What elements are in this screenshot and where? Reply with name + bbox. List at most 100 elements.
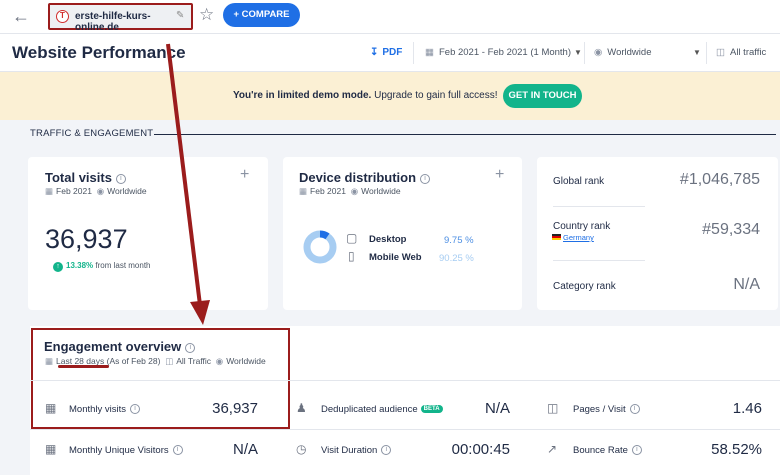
star-icon[interactable]: ☆ bbox=[199, 5, 214, 25]
dedup-audience-value: N/A bbox=[484, 400, 510, 417]
site-name: erste-hilfe-kurs-online.de bbox=[75, 11, 151, 33]
page-title: Website Performance bbox=[12, 43, 186, 62]
country-rank-label: Country rank bbox=[553, 221, 611, 232]
divider bbox=[553, 260, 645, 261]
info-icon[interactable]: i bbox=[420, 173, 431, 184]
visit-duration-value: 00:00:45 bbox=[451, 441, 510, 458]
mobile-label: Mobile Web bbox=[369, 252, 422, 263]
visit-duration-metric: Visit Duration i bbox=[321, 445, 392, 456]
device-region: Worldwide bbox=[361, 186, 401, 196]
mobile-percent: 90.25 % bbox=[439, 253, 474, 264]
change-percent: 13.38% bbox=[66, 261, 94, 270]
traffic-select[interactable]: ◫ All traffic bbox=[716, 47, 766, 58]
pages-per-visit-label: Pages / Visit bbox=[573, 404, 626, 415]
arrow-up-icon: ↑ bbox=[53, 262, 63, 272]
monthly-visits-label: Monthly visits bbox=[69, 404, 127, 415]
pdf-label: PDF bbox=[382, 47, 403, 58]
traffic-icon: ◫ bbox=[716, 47, 725, 58]
download-icon: ↧ bbox=[370, 47, 379, 58]
desktop-label: Desktop bbox=[369, 234, 407, 245]
pdf-button[interactable]: ↧ PDF bbox=[370, 47, 402, 58]
date-range-picker[interactable]: ▦ Feb 2021 - Feb 2021 (1 Month) ▼ bbox=[425, 47, 582, 58]
banner-text: You're in limited demo mode. Upgrade to … bbox=[233, 90, 498, 101]
info-icon[interactable]: i bbox=[172, 445, 183, 456]
country-link[interactable]: Germany bbox=[563, 233, 594, 242]
add-plus-icon[interactable]: + bbox=[240, 166, 249, 184]
desktop-icon: ▢ bbox=[346, 231, 358, 245]
bounce-rate-label: Bounce Rate bbox=[573, 445, 628, 456]
divider bbox=[30, 429, 780, 430]
donut-mobile-segment bbox=[303, 230, 337, 264]
add-plus-icon[interactable]: + bbox=[495, 166, 504, 184]
monthly-unique-visitors-value: N/A bbox=[232, 441, 258, 458]
device-period: Feb 2021 bbox=[310, 186, 346, 196]
total-visits-region: Worldwide bbox=[107, 186, 147, 196]
top-bar: ← T erste-hilfe-kurs-online.de ✎ ☆ + COM… bbox=[0, 0, 780, 34]
monthly-unique-visitors-metric: Monthly Unique Visitors i bbox=[69, 445, 183, 456]
audience-icon: ♟ bbox=[296, 401, 307, 415]
bounce-icon: ↗ bbox=[547, 442, 558, 456]
site-chip[interactable]: T erste-hilfe-kurs-online.de ✎ bbox=[48, 3, 193, 33]
traffic-label: All traffic bbox=[729, 47, 767, 58]
mobile-icon: ▯ bbox=[348, 249, 355, 263]
divider bbox=[413, 42, 414, 64]
pages-icon: ◫ bbox=[547, 401, 559, 415]
total-visits-title: Total visits i bbox=[45, 170, 126, 185]
total-visits-title-text: Total visits bbox=[45, 170, 112, 185]
total-visits-meta: ▦ Feb 2021 ◉ Worldwide bbox=[45, 186, 147, 197]
info-icon[interactable]: i bbox=[629, 404, 640, 415]
device-title-text: Device distribution bbox=[299, 170, 417, 185]
banner-bold-text: You're in limited demo mode. bbox=[233, 90, 372, 101]
total-visits-change: ↑ 13.38% from last month bbox=[53, 261, 151, 272]
monthly-unique-visitors-label: Monthly Unique Visitors bbox=[69, 445, 169, 456]
edit-pencil-icon[interactable]: ✎ bbox=[176, 10, 184, 21]
date-range-label: Feb 2021 - Feb 2021 (1 Month) bbox=[438, 47, 572, 58]
pages-per-visit-value: 1.46 bbox=[732, 400, 762, 417]
divider bbox=[706, 42, 707, 64]
globe-icon: ◉ bbox=[96, 186, 105, 196]
dedup-audience-metric: Deduplicated audience BETA bbox=[321, 404, 443, 415]
page-header: Website Performance ↧ PDF ▦ Feb 2021 - Feb… bbox=[0, 34, 780, 72]
region-label: Worldwide bbox=[607, 47, 652, 58]
region-chevron-down-icon[interactable]: ▼ bbox=[690, 47, 701, 58]
divider bbox=[553, 206, 645, 207]
info-icon[interactable]: i bbox=[130, 404, 141, 415]
calendar-icon: ▦ bbox=[45, 401, 57, 415]
monthly-visits-value: 36,937 bbox=[212, 400, 258, 417]
get-in-touch-button[interactable]: GET IN TOUCH bbox=[503, 84, 582, 108]
compare-button[interactable]: + COMPARE bbox=[223, 3, 300, 27]
calendar-icon: ▦ bbox=[45, 186, 54, 196]
globe-icon: ◉ bbox=[350, 186, 359, 196]
calendar-icon: ▦ bbox=[299, 186, 308, 196]
info-icon[interactable]: i bbox=[631, 445, 642, 456]
site-favicon-icon: T bbox=[56, 10, 69, 23]
germany-flag-icon bbox=[552, 234, 561, 240]
banner-rest-text: Upgrade to gain full access! bbox=[371, 90, 498, 101]
info-icon[interactable]: i bbox=[381, 445, 392, 456]
global-rank-label: Global rank bbox=[553, 176, 605, 187]
dedup-audience-label: Deduplicated audience bbox=[321, 404, 418, 415]
back-arrow-icon[interactable]: ← bbox=[12, 6, 32, 26]
total-visits-value: 36,937 bbox=[45, 224, 128, 254]
section-title: TRAFFIC & ENGAGEMENT bbox=[30, 128, 154, 139]
country-rank-value: #59,334 bbox=[702, 221, 760, 238]
calendar-icon: ▦ bbox=[425, 47, 434, 58]
change-text: from last month bbox=[95, 261, 151, 270]
visit-duration-label: Visit Duration bbox=[321, 445, 378, 456]
bounce-rate-metric: Bounce Rate i bbox=[573, 445, 642, 456]
device-distribution-meta: ▦ Feb 2021 ◉ Worldwide bbox=[299, 186, 401, 197]
total-visits-period: Feb 2021 bbox=[56, 186, 92, 196]
clock-icon: ◷ bbox=[296, 442, 307, 456]
divider bbox=[30, 380, 780, 381]
section-divider bbox=[154, 134, 776, 135]
bounce-rate-value: 58.52% bbox=[711, 441, 762, 458]
monthly-visits-metric: Monthly visits i bbox=[69, 404, 141, 415]
category-rank-label: Category rank bbox=[553, 281, 616, 292]
globe-icon: ◉ bbox=[594, 47, 603, 58]
region-select[interactable]: ◉ Worldwide bbox=[594, 47, 651, 58]
info-icon[interactable]: i bbox=[115, 173, 126, 184]
desktop-percent: 9.75 % bbox=[444, 235, 474, 246]
category-rank-value: N/A bbox=[733, 276, 760, 293]
chevron-down-icon: ▼ bbox=[574, 48, 582, 57]
divider bbox=[584, 42, 585, 64]
